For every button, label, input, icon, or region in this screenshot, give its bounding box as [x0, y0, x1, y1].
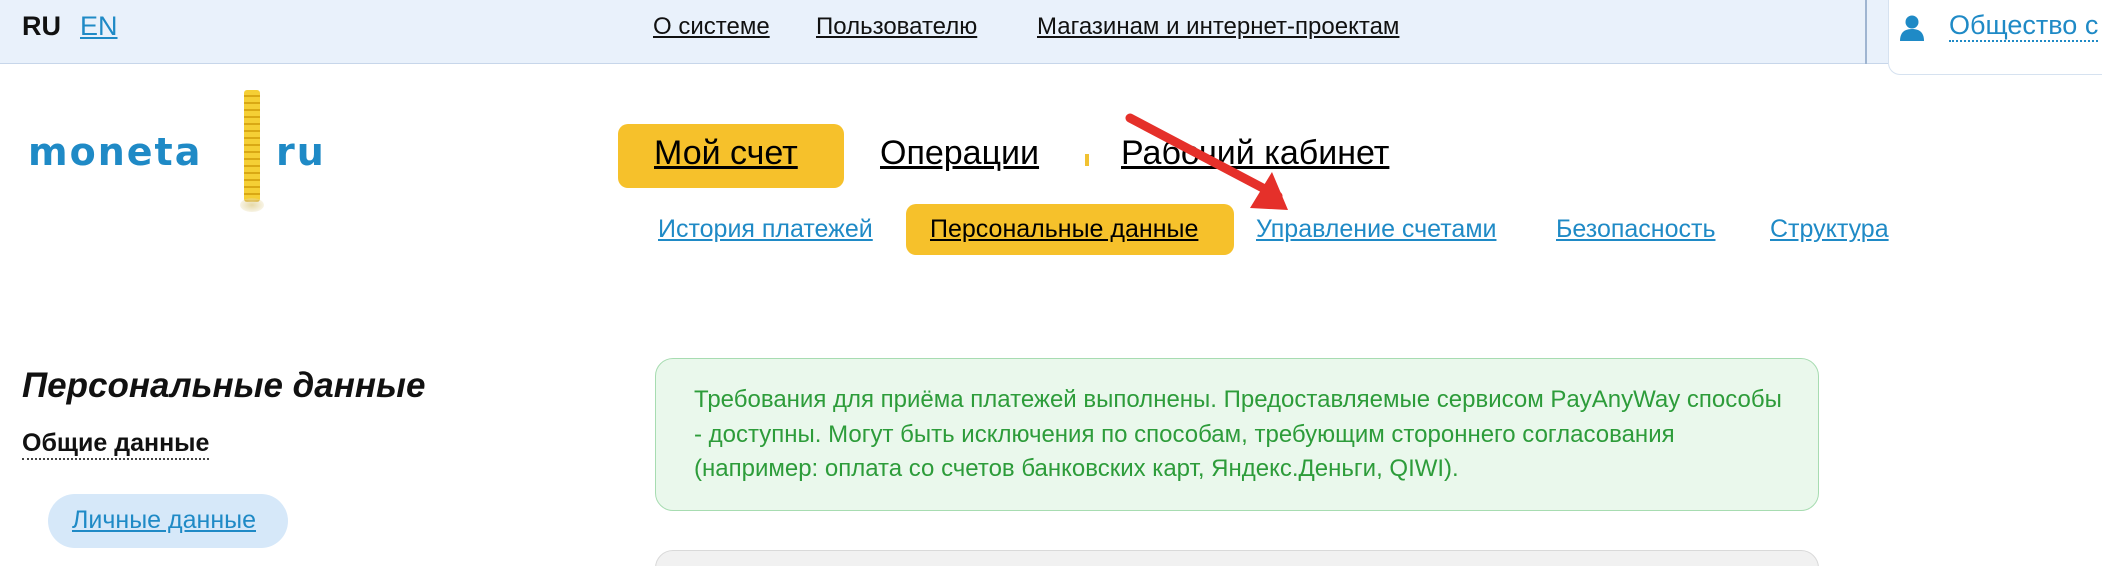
user-icon	[1898, 14, 1926, 42]
notice-text: Требования для приёма платежей выполнены…	[694, 386, 1782, 482]
main-nav-divider	[1085, 154, 1089, 166]
sub-tab-structure[interactable]: Структура	[1770, 215, 1889, 244]
lang-ru: RU	[22, 11, 61, 41]
top-nav-users[interactable]: Пользователю	[816, 13, 977, 41]
sub-tab-security[interactable]: Безопасность	[1556, 215, 1715, 244]
logo-text-moneta: moneta	[28, 130, 203, 174]
lang-en-link[interactable]: EN	[80, 11, 118, 42]
content-panel	[655, 550, 1819, 566]
top-bar-divider	[1865, 0, 1867, 64]
success-notice: Требования для приёма платежей выполнены…	[655, 358, 1819, 511]
sidebar-item-personal-info[interactable]: Личные данные	[72, 506, 256, 535]
top-nav-about[interactable]: О системе	[653, 13, 770, 41]
sub-tab-payment-history[interactable]: История платежей	[658, 215, 873, 244]
user-account-link[interactable]: Общество с	[1949, 10, 2099, 42]
red-arrow-annotation	[1125, 113, 1288, 210]
main-tab-operations[interactable]: Операции	[880, 134, 1039, 173]
sidebar-title: Персональные данные	[22, 366, 426, 405]
top-nav-shops[interactable]: Магазинам и интернет-проектам	[1037, 13, 1399, 41]
coin-stack-icon	[244, 90, 260, 202]
moneta-logo[interactable]: moneta ru	[28, 88, 348, 212]
sidebar-section-general[interactable]: Общие данные	[22, 428, 210, 460]
logo-text-ru: ru	[276, 130, 326, 174]
top-bar: RU EN О системе Пользователю Магазинам и…	[0, 0, 2102, 64]
main-tab-my-account[interactable]: Мой счет	[654, 134, 798, 173]
coin-shadow	[240, 198, 264, 212]
